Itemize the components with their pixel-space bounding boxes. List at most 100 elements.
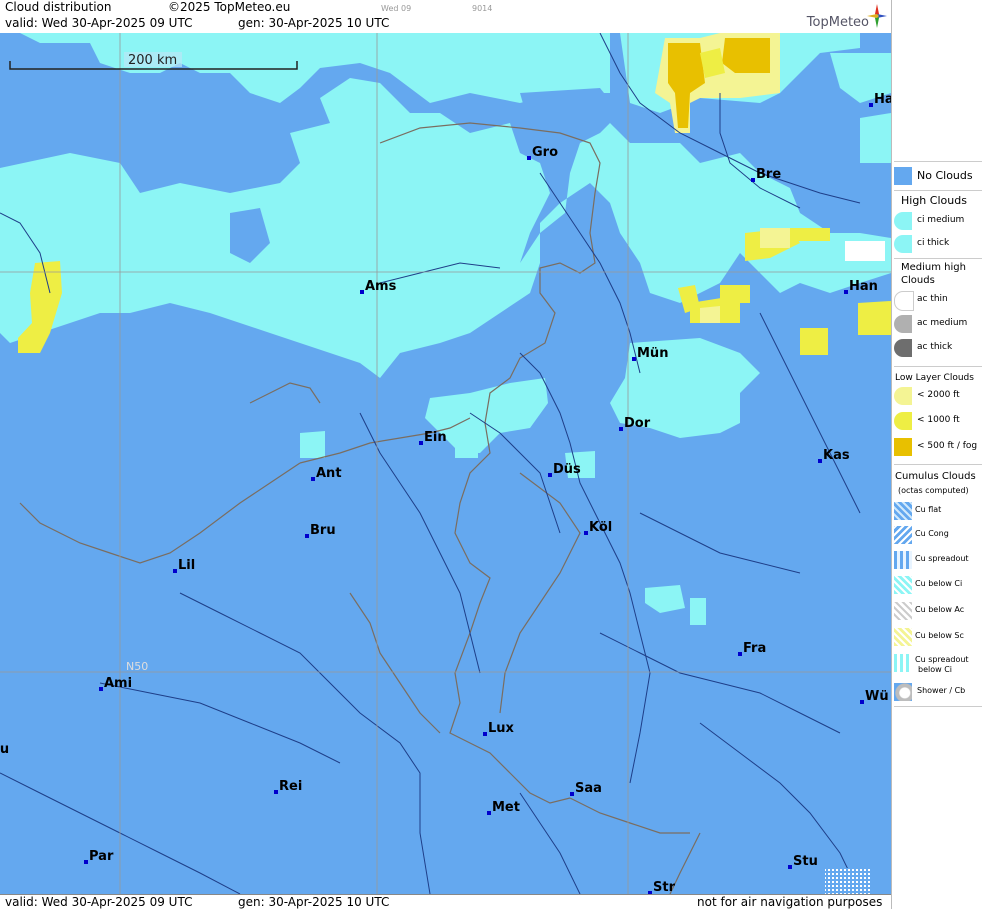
city-label-met: Met	[492, 800, 520, 815]
city-marker-bre	[751, 178, 755, 182]
city-label-dor: Dor	[624, 416, 651, 431]
city-label-mün: Mün	[637, 346, 668, 361]
city-label-wü: Wü	[865, 689, 889, 704]
swatch-cu-below-ci	[894, 576, 912, 594]
city-label-gro: Gro	[532, 145, 558, 160]
footer-generated-time: gen: 30-Apr-2025 10 UTC	[238, 895, 390, 909]
city-label-par: Par	[89, 849, 114, 864]
cloud-map[interactable]: N50 200 km Gro Bre Ha Ams Han Mün Dor Ein Ant Düs…	[0, 33, 891, 894]
city-marker-par	[84, 860, 88, 864]
swatch-cu-below-sc	[894, 628, 912, 646]
legend-medium-title-2: Clouds	[901, 275, 935, 286]
legend-cumulus-sub: (octas computed)	[898, 486, 969, 495]
city-marker-saa	[570, 792, 574, 796]
swatch-ac-thick	[894, 339, 912, 357]
city-marker-bru	[305, 534, 309, 538]
city-label-ams: Ams	[365, 279, 397, 294]
city-marker-fra	[738, 652, 742, 656]
legend-medium-title-1: Medium high	[901, 262, 966, 273]
city-label-stu: Stu	[793, 854, 818, 869]
city-label-fra: Fra	[743, 641, 766, 656]
city-label-lil: Lil	[178, 558, 195, 573]
legend-low-2000: < 2000 ft	[892, 385, 983, 407]
legend-cu-cong: Cu Cong	[892, 524, 983, 546]
compass-star-icon	[867, 4, 887, 28]
legend-panel: No Clouds High Clouds ci medium ci thick…	[891, 0, 983, 909]
city-label-ou: ou	[0, 742, 9, 757]
legend-cu-below-sc: Cu below Sc	[892, 626, 983, 648]
map-canvas[interactable]: N50 200 km Gro Bre Ha Ams Han Mün Dor Ein Ant Düs…	[0, 33, 891, 894]
swatch-ci-thick	[894, 235, 912, 253]
swatch-ac-medium	[894, 315, 912, 333]
swatch-cu-spread-below-ci	[894, 654, 912, 672]
legend-cu-below-ci: Cu below Ci	[892, 574, 983, 596]
map-title: Cloud distribution	[5, 0, 112, 14]
swatch-cu-below-ac	[894, 602, 912, 620]
swatch-low-500	[894, 438, 912, 456]
legend-shower: Shower / Cb	[892, 681, 983, 703]
city-marker-mün	[632, 357, 636, 361]
city-label-saa: Saa	[575, 781, 602, 796]
valid-time: valid: Wed 30-Apr-2025 09 UTC	[5, 16, 193, 30]
city-marker-dor	[619, 427, 623, 431]
city-marker-düs	[548, 473, 552, 477]
legend-cu-spreadout: Cu spreadout	[892, 549, 983, 571]
timebox-day: Wed 09	[381, 4, 412, 13]
city-marker-gro	[527, 156, 531, 160]
city-label-kas: Kas	[823, 448, 850, 463]
swatch-no-clouds	[894, 167, 912, 185]
legend-ac-thick: ac thick	[892, 337, 983, 359]
city-marker-rei	[274, 790, 278, 794]
city-marker-ein	[419, 441, 423, 445]
city-marker-stu	[788, 865, 792, 869]
swatch-low-1000	[894, 412, 912, 430]
copyright: ©2025 TopMeteo.eu	[168, 0, 291, 14]
disclaimer: not for air navigation purposes	[697, 895, 883, 909]
logo-text: TopMeteo	[806, 15, 869, 30]
legend-ci-medium: ci medium	[892, 210, 983, 232]
legend-low-1000: < 1000 ft	[892, 410, 983, 432]
legend-cu-below-ac: Cu below Ac	[892, 600, 983, 622]
city-marker-han	[844, 290, 848, 294]
city-marker-lil	[173, 569, 177, 573]
header-bar: Cloud distribution ©2025 TopMeteo.eu Wed…	[0, 0, 891, 34]
cumulus-patch	[825, 868, 870, 894]
swatch-cu-spreadout	[894, 551, 912, 569]
city-label-ein: Ein	[424, 430, 447, 445]
generated-time: gen: 30-Apr-2025 10 UTC	[238, 16, 390, 30]
city-marker-wü	[860, 700, 864, 704]
legend-low-title: Low Layer Clouds	[895, 373, 974, 383]
legend-ac-thin: ac thin	[892, 289, 983, 311]
city-label-bre: Bre	[756, 167, 781, 182]
city-marker-kas	[818, 459, 822, 463]
city-label-ant: Ant	[316, 466, 342, 481]
legend-low-500: < 500 ft / fog	[892, 436, 983, 458]
city-marker-met	[487, 811, 491, 815]
swatch-ci-medium	[894, 212, 912, 230]
legend-no-clouds: No Clouds	[892, 165, 983, 187]
swatch-cu-flat	[894, 502, 912, 520]
legend-ci-thick: ci thick	[892, 233, 983, 255]
city-marker-ams	[360, 290, 364, 294]
city-marker-ha	[869, 103, 873, 107]
swatch-low-2000	[894, 387, 912, 405]
city-label-rei: Rei	[279, 779, 302, 794]
legend-high-title: High Clouds	[901, 194, 967, 207]
city-marker-ami	[99, 687, 103, 691]
legend-cu-spread-below-ci: Cu spreadout below Ci	[892, 652, 983, 680]
swatch-cu-cong	[894, 526, 912, 544]
city-label-düs: Düs	[553, 462, 581, 477]
grid-label-n50: N50	[126, 660, 148, 673]
city-marker-lux	[483, 732, 487, 736]
swatch-ac-thin	[894, 291, 914, 311]
topmeteo-logo[interactable]: TopMeteo	[797, 4, 887, 30]
city-label-bru: Bru	[310, 523, 336, 538]
timebox-code: 9014	[472, 4, 493, 13]
city-label-han: Han	[849, 279, 878, 294]
legend-ac-medium: ac medium	[892, 313, 983, 335]
city-label-lux: Lux	[488, 721, 515, 736]
city-marker-köl	[584, 531, 588, 535]
legend-cumulus-title: Cumulus Clouds	[895, 471, 976, 482]
footer-valid-time: valid: Wed 30-Apr-2025 09 UTC	[5, 895, 193, 909]
footer-bar: valid: Wed 30-Apr-2025 09 UTC gen: 30-Ap…	[0, 894, 891, 910]
